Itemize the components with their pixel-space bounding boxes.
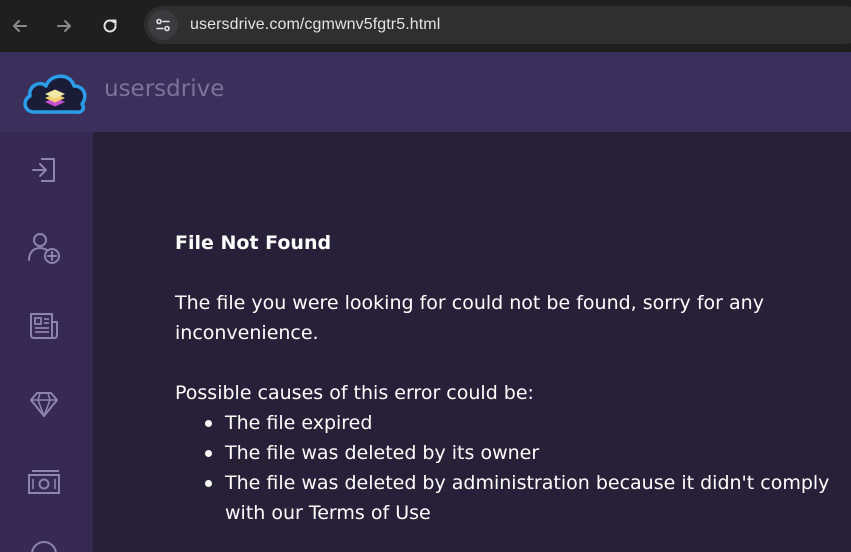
error-message: File Not Found The file you were looking… xyxy=(175,228,835,528)
site-header: usersdrive xyxy=(0,52,851,132)
forward-arrow-icon xyxy=(57,20,71,32)
sidebar-item-earn[interactable] xyxy=(22,460,66,504)
sidebar-item-register[interactable] xyxy=(22,226,66,270)
sidebar-item-news[interactable] xyxy=(22,304,66,348)
main-content: File Not Found The file you were looking… xyxy=(93,132,851,552)
reload-icon xyxy=(103,19,117,33)
list-item: The file was deleted by its owner xyxy=(205,438,835,468)
site-logo[interactable] xyxy=(20,66,90,118)
list-item: The file was deleted by administration b… xyxy=(205,468,835,528)
circle-icon xyxy=(31,541,57,552)
error-description: The file you were looking for could not … xyxy=(175,292,764,344)
newspaper-icon xyxy=(30,313,58,339)
forward-button[interactable] xyxy=(48,10,80,42)
error-title: File Not Found xyxy=(175,232,332,254)
cloud-stack-logo-icon xyxy=(23,74,87,114)
brand-name[interactable]: usersdrive xyxy=(104,76,224,102)
sidebar xyxy=(0,132,93,552)
login-icon xyxy=(32,158,55,182)
list-item: The file expired xyxy=(205,408,835,438)
sidebar-item-more[interactable] xyxy=(22,532,66,552)
url-text[interactable]: usersdrive.com/cgmwnv5fgtr5.html xyxy=(190,16,440,34)
site-info-button[interactable] xyxy=(148,10,178,40)
site-info-icon xyxy=(156,18,170,32)
back-button[interactable] xyxy=(4,10,36,42)
address-bar[interactable]: usersdrive.com/cgmwnv5fgtr5.html xyxy=(144,6,851,44)
browser-toolbar: usersdrive.com/cgmwnv5fgtr5.html xyxy=(0,0,851,52)
diamond-icon xyxy=(30,392,58,417)
causes-list: The file expired The file was deleted by… xyxy=(175,408,835,528)
causes-heading: Possible causes of this error could be: xyxy=(175,382,534,404)
sidebar-item-login[interactable] xyxy=(22,148,66,192)
back-arrow-icon xyxy=(13,20,27,32)
add-user-icon xyxy=(28,233,60,264)
sidebar-item-premium[interactable] xyxy=(22,382,66,426)
reload-button[interactable] xyxy=(94,10,126,42)
money-icon xyxy=(28,470,60,494)
